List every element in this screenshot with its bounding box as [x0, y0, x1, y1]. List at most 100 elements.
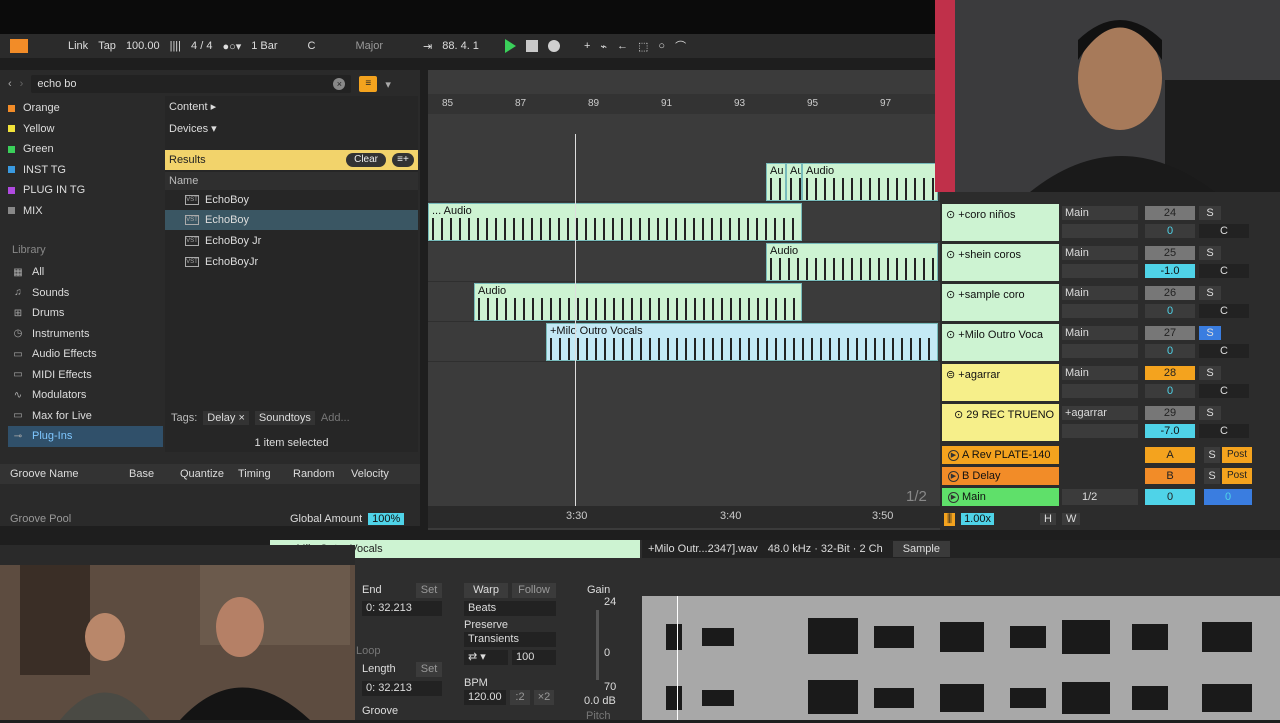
end-set-button[interactable]: Set — [416, 583, 442, 598]
fold-icon[interactable]: ⊙ — [946, 289, 958, 301]
bpm-field[interactable]: 120.00 — [464, 690, 506, 705]
app-icon[interactable] — [10, 39, 28, 53]
key-select[interactable]: C — [308, 40, 316, 52]
forward-arrow-icon[interactable]: › — [20, 78, 24, 90]
main-name[interactable]: ▶ Main — [942, 488, 1059, 506]
back-arrow-icon[interactable]: ‹ — [8, 78, 12, 90]
audio-clip[interactable]: Au — [766, 163, 786, 201]
pan-field[interactable]: C — [1199, 344, 1249, 358]
half-tempo-button[interactable]: :2 — [510, 690, 530, 705]
output-channel[interactable] — [1062, 304, 1138, 318]
clear-search-icon[interactable]: × — [333, 78, 346, 90]
result-item[interactable]: VST EchoBoy — [165, 210, 418, 230]
output-channel[interactable] — [1062, 344, 1138, 358]
warp-button[interactable]: Warp — [464, 583, 508, 598]
output-select[interactable]: +agarrar — [1062, 406, 1138, 420]
solo-button[interactable]: S — [1199, 286, 1221, 300]
solo-button[interactable]: S — [1199, 406, 1221, 420]
time-signature[interactable]: 4 / 4 — [191, 40, 212, 52]
volume-field[interactable]: 0 — [1145, 384, 1195, 398]
search-input[interactable]: echo bo × — [31, 75, 352, 93]
output-channel[interactable] — [1062, 384, 1138, 398]
main-volume[interactable]: 0 — [1145, 489, 1195, 505]
collection-yellow[interactable]: Yellow — [8, 119, 158, 140]
group-icon[interactable]: ⊜ — [946, 369, 958, 381]
track-activator[interactable]: 27 — [1145, 326, 1195, 340]
back-icon[interactable]: ← — [617, 40, 628, 52]
loop-label[interactable]: Loop — [356, 645, 380, 657]
track-activator[interactable]: 25 — [1145, 246, 1195, 260]
position-field[interactable]: 88. 4. 1 — [442, 40, 479, 52]
return-activator[interactable]: B — [1145, 468, 1195, 484]
scale-select[interactable]: Major — [356, 40, 384, 52]
result-item[interactable]: VST EchoBoy — [165, 190, 418, 210]
output-channel[interactable] — [1062, 424, 1138, 438]
tap-button[interactable]: Tap — [98, 40, 116, 52]
name-column-header[interactable]: Name — [165, 172, 418, 190]
post-button[interactable]: Post — [1222, 447, 1252, 463]
global-amount-field[interactable]: 100% — [368, 513, 405, 525]
solo-button[interactable]: S — [1204, 468, 1220, 484]
audio-clip[interactable]: Audio — [766, 243, 938, 281]
bar-ruler[interactable]: 85 87 89 91 93 95 97 — [428, 94, 940, 114]
fold-icon[interactable]: ⊙ — [954, 409, 966, 421]
main-ratio[interactable]: 1/2 — [1062, 489, 1138, 505]
collection-inst-tg[interactable]: INST TG — [8, 160, 158, 181]
collection-plugin-tg[interactable]: PLUG IN TG — [8, 180, 158, 201]
sample-waveform[interactable] — [642, 596, 1280, 720]
pan-field[interactable]: C — [1199, 384, 1249, 398]
tag-soundtoys[interactable]: Soundtoys — [254, 411, 315, 425]
output-select[interactable]: Main — [1062, 286, 1138, 300]
audio-clip[interactable]: ... Audio — [428, 203, 802, 241]
warp-mode-select[interactable]: Beats — [464, 601, 556, 616]
return-name[interactable]: ▶ A Rev PLATE-140 — [942, 446, 1059, 464]
audio-clip-selected[interactable]: +Milo Outro Vocals — [546, 323, 938, 361]
tag-delay[interactable]: Delay × — [203, 411, 249, 425]
preserve-select[interactable]: Transients — [464, 632, 556, 647]
track-name[interactable]: ⊜ +agarrar — [942, 364, 1059, 401]
clear-button[interactable]: Clear — [346, 153, 386, 167]
gain-value[interactable]: 0.0 dB — [584, 695, 616, 707]
gain-slider[interactable] — [596, 610, 599, 680]
track-activator[interactable]: 28 — [1145, 366, 1195, 380]
double-tempo-button[interactable]: ×2 — [534, 690, 554, 705]
loop-mode-icon[interactable]: ⇄ ▾ — [464, 650, 508, 665]
add-results-icon[interactable]: ≡+ — [392, 153, 414, 167]
result-item[interactable]: VST EchoBoyJr — [165, 252, 418, 272]
library-item-modulators[interactable]: ∿ Modulators — [8, 385, 163, 406]
track-name[interactable]: ⊙ 29 REC TRUENO — [942, 404, 1059, 441]
track-activator[interactable]: 26 — [1145, 286, 1195, 300]
capture-icon[interactable]: ⬚ — [638, 40, 648, 53]
pan-field[interactable]: C — [1199, 264, 1249, 278]
library-item-audio-effects[interactable]: ▭ Audio Effects — [8, 344, 163, 365]
output-channel[interactable] — [1062, 264, 1138, 278]
output-select[interactable]: Main — [1062, 206, 1138, 220]
pan-field[interactable]: C — [1199, 424, 1249, 438]
volume-field[interactable]: 0 — [1145, 344, 1195, 358]
audio-clip[interactable]: Audio — [802, 163, 938, 201]
draw-icon[interactable]: ⌒ — [675, 38, 686, 54]
volume-field[interactable]: -7.0 — [1145, 424, 1195, 438]
content-filter[interactable]: Content ▸ — [169, 100, 216, 113]
pan-field[interactable]: C — [1199, 224, 1249, 238]
track-activator[interactable]: 24 — [1145, 206, 1195, 220]
mixer-icon[interactable]: ⫼ — [944, 512, 956, 526]
tempo-field[interactable]: 100.00 — [126, 40, 160, 52]
collection-mix[interactable]: MIX — [8, 201, 158, 222]
library-item-drums[interactable]: ⊞ Drums — [8, 303, 163, 324]
length-field[interactable]: 0: 32.213 — [362, 681, 442, 696]
output-select[interactable]: Main — [1062, 326, 1138, 340]
solo-button[interactable]: S — [1204, 447, 1220, 463]
result-item[interactable]: VST EchoBoy Jr — [165, 231, 418, 251]
volume-field[interactable]: -1.0 — [1145, 264, 1195, 278]
solo-button[interactable]: S — [1199, 206, 1221, 220]
fold-icon[interactable]: ⊙ — [946, 209, 958, 221]
fold-icon[interactable]: ▶ — [948, 492, 959, 503]
output-select[interactable]: Main — [1062, 246, 1138, 260]
end-field[interactable]: 0: 32.213 — [362, 601, 442, 616]
quantize-select[interactable]: 1 Bar — [251, 40, 277, 52]
post-button[interactable]: Post — [1222, 468, 1252, 484]
fold-icon[interactable]: ⊙ — [946, 329, 958, 341]
solo-button[interactable]: S — [1199, 326, 1221, 340]
fold-icon[interactable]: ▶ — [948, 450, 959, 461]
